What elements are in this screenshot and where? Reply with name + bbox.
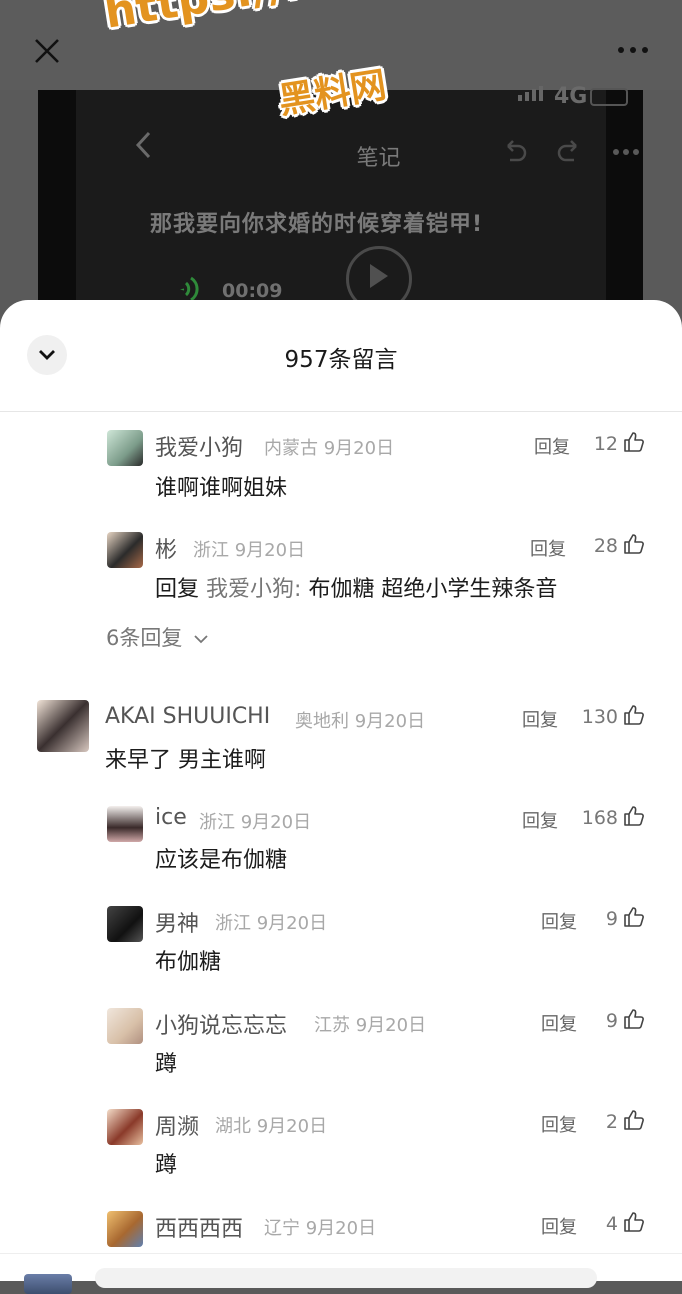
commenter-name[interactable]: 小狗说忘忘忘 — [155, 1008, 287, 1040]
reply-item: ice 浙江 9月20日 回复 168 应该是布伽糖 — [0, 792, 682, 882]
reply-button[interactable]: 回复 — [530, 535, 566, 561]
redo-icon — [557, 140, 577, 162]
video-preview[interactable]: 4G 笔记 那我要向你求婚的时候穿着铠甲! 00:09 — [38, 84, 643, 312]
reply-item: 我爱小狗 内蒙古 9月20日 回复 12 谁啊谁啊姐妹 — [0, 412, 682, 502]
comment-meta: 浙江 9月20日 — [193, 540, 306, 561]
reply-button[interactable]: 回复 — [522, 807, 558, 833]
thumbs-up-icon[interactable] — [623, 906, 645, 928]
commenter-name[interactable]: ice — [155, 805, 187, 830]
more-replies-label: 6条回复 — [106, 626, 183, 650]
comment-text: 应该是布伽糖 — [155, 848, 288, 873]
note-title: 笔记 — [356, 146, 401, 171]
commenter-name[interactable]: 彬 — [155, 532, 177, 564]
avatar[interactable] — [107, 806, 143, 842]
reply-button[interactable]: 回复 — [541, 1213, 577, 1239]
comment-sheet: 957条留言 我爱小狗 内蒙古 9月20日 回复 12 谁啊谁啊姐妹 彬 浙江 … — [0, 300, 682, 1280]
thumbs-up-icon[interactable] — [623, 1109, 645, 1131]
reply-button[interactable]: 回复 — [541, 908, 577, 934]
note-more-icon — [613, 149, 639, 155]
like-count: 12 — [593, 433, 618, 455]
reply-button[interactable]: 回复 — [534, 433, 570, 459]
commenter-name[interactable]: AKAI SHUUICHI — [105, 704, 270, 729]
my-avatar — [24, 1274, 72, 1294]
avatar[interactable] — [107, 1109, 143, 1145]
comment-count-title: 957条留言 — [284, 347, 398, 373]
comment-item: AKAI SHUUICHI 奥地利 9月20日 回复 130 来早了 男主谁啊 — [0, 690, 682, 780]
battery-icon — [590, 88, 628, 106]
comment-text: 来早了 男主谁啊 — [105, 748, 266, 773]
undo-icon — [507, 140, 527, 162]
avatar[interactable] — [107, 1211, 143, 1247]
more-options-icon[interactable] — [616, 40, 650, 60]
like-count: 130 — [581, 706, 618, 728]
like-count: 168 — [581, 807, 618, 829]
reply-to-user[interactable]: 我爱小狗: — [206, 577, 301, 602]
comment-meta: 湖北 9月20日 — [215, 1116, 328, 1137]
more-replies-button[interactable]: 6条回复 — [106, 622, 209, 652]
comment-meta: 奥地利 9月20日 — [295, 711, 426, 732]
reply-item: 小狗说忘忘忘 江苏 9月20日 回复 9 蹲 — [0, 996, 682, 1086]
reply-item: 周濒 湖北 9月20日 回复 2 蹲 — [0, 1098, 682, 1188]
close-icon[interactable] — [32, 36, 62, 66]
sheet-header: 957条留言 — [0, 300, 682, 412]
video-frame: 4G 笔记 那我要向你求婚的时候穿着铠甲! 00:09 — [76, 84, 639, 312]
commenter-name[interactable]: 周濒 — [155, 1109, 199, 1141]
avatar[interactable] — [37, 700, 89, 752]
commenter-name[interactable]: 西西西西 — [155, 1211, 243, 1243]
like-count: 4 — [605, 1213, 618, 1235]
comment-text: 布伽糖 — [155, 950, 222, 975]
comment-meta: 辽宁 9月20日 — [264, 1218, 377, 1239]
thumbs-up-icon[interactable] — [623, 805, 645, 827]
commenter-name[interactable]: 男神 — [155, 906, 199, 938]
comment-meta: 江苏 9月20日 — [314, 1015, 427, 1036]
reply-item: 男神 浙江 9月20日 回复 9 布伽糖 — [0, 894, 682, 984]
comment-input-bar — [0, 1253, 682, 1294]
comment-text: 谁啊谁啊姐妹 — [155, 476, 288, 501]
audio-duration: 00:09 — [222, 280, 283, 302]
avatar[interactable] — [107, 532, 143, 568]
commenter-name[interactable]: 我爱小狗 — [155, 430, 243, 462]
audio-wave-icon — [180, 276, 199, 302]
network-status: 4G — [554, 84, 588, 109]
comment-text: 蹲 — [155, 1052, 178, 1077]
comment-text: 回复 我爱小狗: 布伽糖 超绝小学生辣条音 — [155, 571, 557, 603]
comment-text: 蹲 — [155, 1153, 178, 1178]
thumbs-up-icon[interactable] — [623, 431, 645, 453]
like-count: 28 — [593, 535, 618, 557]
thumbs-up-icon[interactable] — [623, 533, 645, 555]
reply-body: 布伽糖 超绝小学生辣条音 — [308, 577, 558, 602]
comment-meta: 内蒙古 9月20日 — [264, 438, 395, 459]
thumbs-up-icon[interactable] — [623, 1008, 645, 1030]
comment-input[interactable] — [95, 1268, 597, 1288]
reply-button[interactable]: 回复 — [522, 706, 558, 732]
reply-button[interactable]: 回复 — [541, 1111, 577, 1137]
like-count: 9 — [605, 1010, 618, 1032]
play-icon — [370, 264, 388, 288]
reply-prefix: 回复 — [155, 577, 200, 602]
avatar[interactable] — [107, 906, 143, 942]
thumbs-up-icon[interactable] — [623, 1211, 645, 1233]
thumbs-up-icon[interactable] — [623, 704, 645, 726]
avatar[interactable] — [107, 430, 143, 466]
avatar[interactable] — [107, 1008, 143, 1044]
reply-item: 彬 浙江 9月20日 回复 28 回复 我爱小狗: 布伽糖 超绝小学生辣条音 — [0, 515, 682, 605]
signal-icon — [518, 86, 543, 101]
note-text: 那我要向你求婚的时候穿着铠甲! — [150, 212, 484, 237]
like-count: 2 — [605, 1111, 618, 1133]
reply-button[interactable]: 回复 — [541, 1010, 577, 1036]
like-count: 9 — [605, 908, 618, 930]
comment-meta: 浙江 9月20日 — [215, 913, 328, 934]
chevron-down-icon — [194, 635, 208, 644]
comment-meta: 浙江 9月20日 — [199, 812, 312, 833]
